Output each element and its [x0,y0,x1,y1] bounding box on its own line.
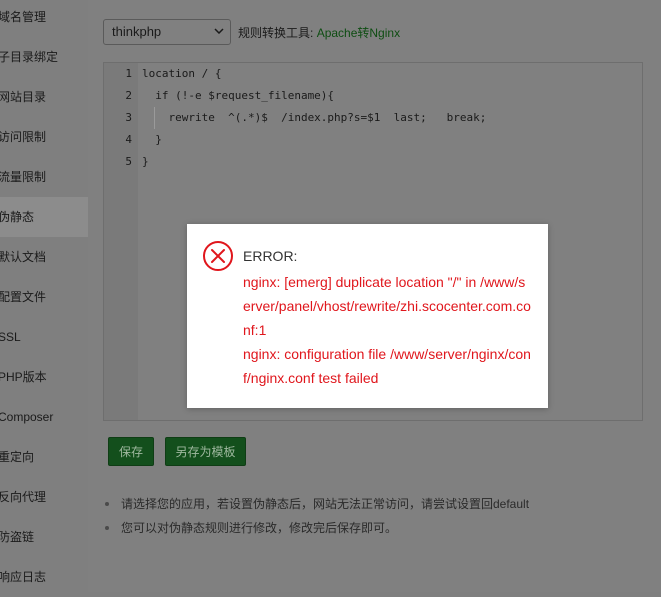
sidebar-item-rewrite[interactable]: 伪静态 [0,197,88,237]
sidebar-item-response-log[interactable]: 响应日志 [0,557,88,597]
save-as-template-button[interactable]: 另存为模板 [165,437,246,466]
sidebar-item-traffic-limit[interactable]: 流量限制 [0,157,88,197]
rewrite-template-select[interactable]: thinkphp [103,19,231,45]
code-line: rewrite ^(.*)$ /index.php?s=$1 last; bre… [142,111,487,124]
sidebar: 域名管理 子目录绑定 网站目录 访问限制 流量限制 伪静态 默认文档 配置文件 … [0,0,88,592]
error-title: ERROR: [243,248,298,264]
code-line: location / { [142,67,222,80]
converter-label-text: 规则转换工具: [238,26,314,40]
error-line-2: nginx: configuration file /www/server/ng… [243,346,531,386]
sidebar-item-config-file[interactable]: 配置文件 [0,277,88,317]
line-number: 5 [125,155,132,168]
sidebar-item-composer[interactable]: Composer [0,397,88,437]
sidebar-item-domain[interactable]: 域名管理 [0,0,88,37]
line-number: 4 [125,133,132,146]
sidebar-item-subdir[interactable]: 子目录绑定 [0,37,88,77]
sidebar-item-hotlink[interactable]: 防盗链 [0,517,88,557]
sidebar-item-default-doc[interactable]: 默认文档 [0,237,88,277]
save-button[interactable]: 保存 [108,437,154,466]
error-dialog: ERROR: nginx: [emerg] duplicate location… [187,224,548,408]
line-number: 3 [125,111,132,124]
note-item: 您可以对伪静态规则进行修改，修改完后保存即可。 [101,519,529,543]
sidebar-item-php-version[interactable]: PHP版本 [0,357,88,397]
code-line: } [142,133,162,146]
code-line: } [142,155,149,168]
apache-to-nginx-link[interactable]: Apache转Nginx [317,26,400,40]
error-line-1: nginx: [emerg] duplicate location "/" in… [243,274,531,338]
line-number: 2 [125,89,132,102]
code-line: if (!-e $request_filename){ [142,89,335,102]
note-item: 请选择您的应用，若设置伪静态后，网站无法正常访问，请尝试设置回default [101,495,529,519]
line-gutter: 1 2 3 4 5 [104,63,138,420]
error-message: nginx: [emerg] duplicate location "/" in… [243,270,533,390]
select-value: thinkphp [112,24,162,39]
chevron-down-icon [214,28,224,34]
sidebar-item-ssl[interactable]: SSL [0,317,88,357]
error-circle-icon [203,241,233,271]
line-number: 1 [125,67,132,80]
sidebar-item-access-limit[interactable]: 访问限制 [0,117,88,157]
sidebar-item-reverse-proxy[interactable]: 反向代理 [0,477,88,517]
sidebar-item-site-dir[interactable]: 网站目录 [0,77,88,117]
help-notes: 请选择您的应用，若设置伪静态后，网站无法正常访问，请尝试设置回default 您… [101,495,529,543]
sidebar-item-redirect[interactable]: 重定向 [0,437,88,477]
converter-label: 规则转换工具: Apache转Nginx [238,24,400,41]
